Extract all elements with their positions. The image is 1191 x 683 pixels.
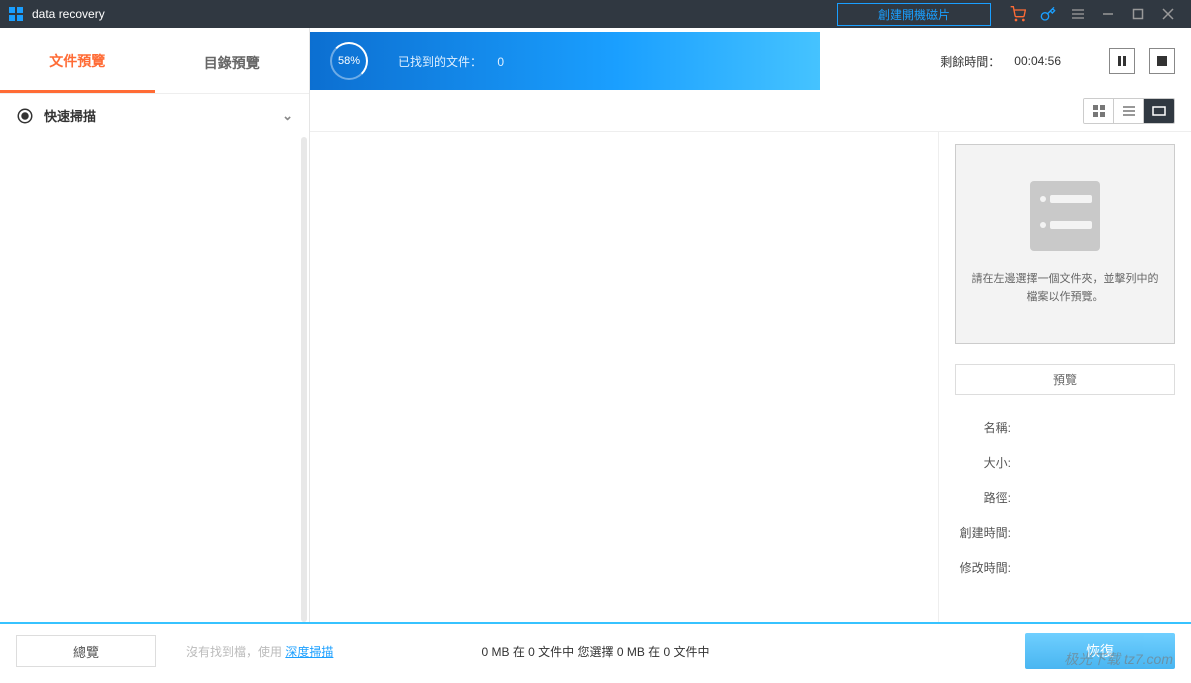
found-count: 0: [497, 55, 504, 69]
footer-stats: 0 MB 在 0 文件中 您選擇 0 MB 在 0 文件中: [481, 643, 709, 660]
cart-icon[interactable]: [1003, 0, 1033, 28]
footer: 總覽 沒有找到檔，使用 深度掃描 0 MB 在 0 文件中 您選擇 0 MB 在…: [0, 622, 1191, 678]
sidebar: 文件預覽 目錄預覽 快速掃描 ⌄: [0, 28, 310, 622]
drive-icon: [1030, 181, 1100, 251]
quick-scan-row[interactable]: 快速掃描 ⌄: [0, 94, 309, 137]
recover-button[interactable]: 恢復: [1025, 633, 1175, 669]
found-label: 已找到的文件：: [398, 55, 482, 69]
stop-button[interactable]: [1149, 48, 1175, 74]
view-grid-button[interactable]: [1084, 99, 1114, 123]
view-detail-button[interactable]: [1144, 99, 1174, 123]
deep-scan-link[interactable]: 深度掃描: [285, 645, 333, 659]
scan-progress-bar: 58% 已找到的文件： 0 剩餘時間： 00:04:56: [310, 32, 1191, 90]
preview-button[interactable]: 預覽: [955, 364, 1175, 395]
remaining-value: 00:04:56: [1014, 54, 1061, 68]
tab-file-preview[interactable]: 文件預覽: [0, 32, 155, 93]
remaining-label: 剩餘時間：: [940, 53, 1000, 70]
app-title: data recovery: [32, 7, 105, 21]
app-logo-icon: [8, 6, 24, 22]
deep-scan-hint: 沒有找到檔，使用 深度掃描: [186, 643, 333, 660]
titlebar: data recovery 創建開機磁片: [0, 0, 1191, 28]
create-boot-disk-button[interactable]: 創建開機磁片: [837, 3, 991, 26]
quick-scan-label: 快速掃描: [44, 106, 96, 125]
chevron-down-icon: ⌄: [282, 108, 293, 124]
tab-dir-preview[interactable]: 目錄預覽: [155, 32, 310, 93]
menu-icon[interactable]: [1063, 0, 1093, 28]
meta-created-label: 創建時間:: [955, 524, 1011, 541]
file-list: [310, 132, 939, 622]
view-list-button[interactable]: [1114, 99, 1144, 123]
preview-hint: 請在左邊選擇一個文件夾，並擊列中的檔案以作預覽。: [968, 271, 1162, 306]
preview-placeholder: 請在左邊選擇一個文件夾，並擊列中的檔案以作預覽。: [955, 144, 1175, 344]
target-icon: [16, 107, 34, 125]
minimize-button[interactable]: [1093, 0, 1123, 28]
key-icon[interactable]: [1033, 0, 1063, 28]
view-toolbar: [310, 90, 1191, 132]
overview-button[interactable]: 總覽: [16, 635, 156, 667]
meta-path-label: 路徑:: [955, 489, 1011, 506]
progress-percent: 58%: [330, 42, 368, 80]
meta-name-label: 名稱:: [955, 419, 1011, 436]
meta-size-label: 大小:: [955, 454, 1011, 471]
close-button[interactable]: [1153, 0, 1183, 28]
preview-panel: 請在左邊選擇一個文件夾，並擊列中的檔案以作預覽。 預覽 名稱: 大小: 路徑: …: [939, 132, 1191, 622]
maximize-button[interactable]: [1123, 0, 1153, 28]
pause-button[interactable]: [1109, 48, 1135, 74]
meta-modified-label: 修改時間:: [955, 559, 1011, 576]
sidebar-tree: [0, 137, 309, 622]
